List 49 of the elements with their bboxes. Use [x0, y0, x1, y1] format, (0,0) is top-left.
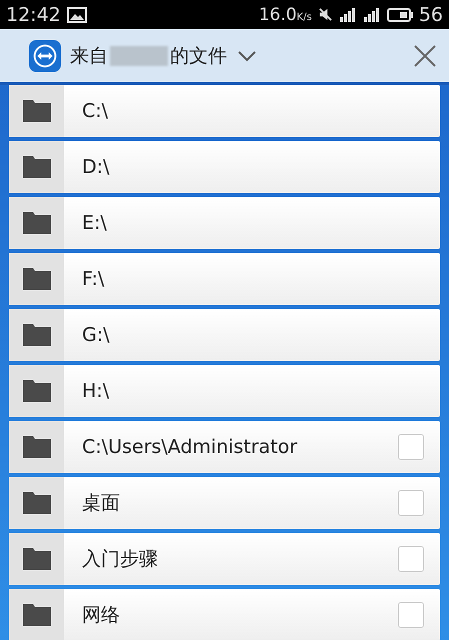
- item-name: 桌面: [82, 492, 121, 514]
- file-list-item[interactable]: 桌面: [9, 477, 440, 529]
- item-name: G:\: [82, 324, 111, 346]
- file-list-item[interactable]: C:\: [9, 85, 440, 137]
- file-list-item[interactable]: 网络: [9, 589, 440, 640]
- battery-icon: [386, 8, 413, 22]
- item-name: E:\: [82, 212, 108, 234]
- folder-icon: [22, 492, 50, 514]
- file-list-item[interactable]: C:\Users\Administrator: [9, 421, 440, 473]
- chevron-down-icon: [237, 50, 257, 62]
- item-name: H:\: [82, 380, 110, 402]
- app-logo-icon: [28, 38, 62, 72]
- item-name: F:\: [82, 268, 106, 290]
- file-list-item[interactable]: E:\: [9, 197, 440, 249]
- file-list-item[interactable]: D:\: [9, 141, 440, 193]
- folder-icon: [22, 604, 50, 626]
- window-title-end: 的文件: [170, 44, 227, 68]
- image-icon: [66, 6, 87, 22]
- file-list-item[interactable]: 入门步骤: [9, 533, 440, 585]
- checkbox[interactable]: [398, 434, 424, 460]
- file-list-item[interactable]: G:\: [9, 309, 440, 361]
- signal-icon: [338, 6, 357, 22]
- folder-icon: [22, 268, 50, 290]
- item-name: D:\: [82, 156, 110, 178]
- item-name: 入门步骤: [82, 548, 159, 570]
- file-list-item[interactable]: F:\: [9, 253, 440, 305]
- network-speed: 16.0K/s: [258, 4, 312, 24]
- item-name: 网络: [82, 604, 121, 626]
- battery-level: 56: [418, 4, 443, 26]
- redaction-block: [110, 46, 168, 66]
- file-list-item[interactable]: H:\: [9, 365, 440, 417]
- item-name: C:\Users\Administrator: [82, 436, 298, 458]
- folder-icon: [22, 380, 50, 402]
- close-icon[interactable]: [413, 44, 437, 68]
- folder-icon: [22, 100, 50, 122]
- folder-icon: [22, 156, 50, 178]
- checkbox[interactable]: [398, 490, 424, 516]
- checkbox[interactable]: [398, 602, 424, 628]
- clock-time: 12:42: [6, 4, 61, 26]
- signal-icon: [362, 6, 381, 22]
- checkbox[interactable]: [398, 546, 424, 572]
- item-name: C:\: [82, 100, 110, 122]
- folder-icon: [22, 548, 50, 570]
- folder-icon: [22, 436, 50, 458]
- folder-icon: [22, 324, 50, 346]
- folder-icon: [22, 212, 50, 234]
- window-title-start: 来自: [70, 44, 108, 68]
- mute-icon: [318, 7, 333, 22]
- title-dropdown[interactable]: 来自 的文件: [70, 42, 413, 68]
